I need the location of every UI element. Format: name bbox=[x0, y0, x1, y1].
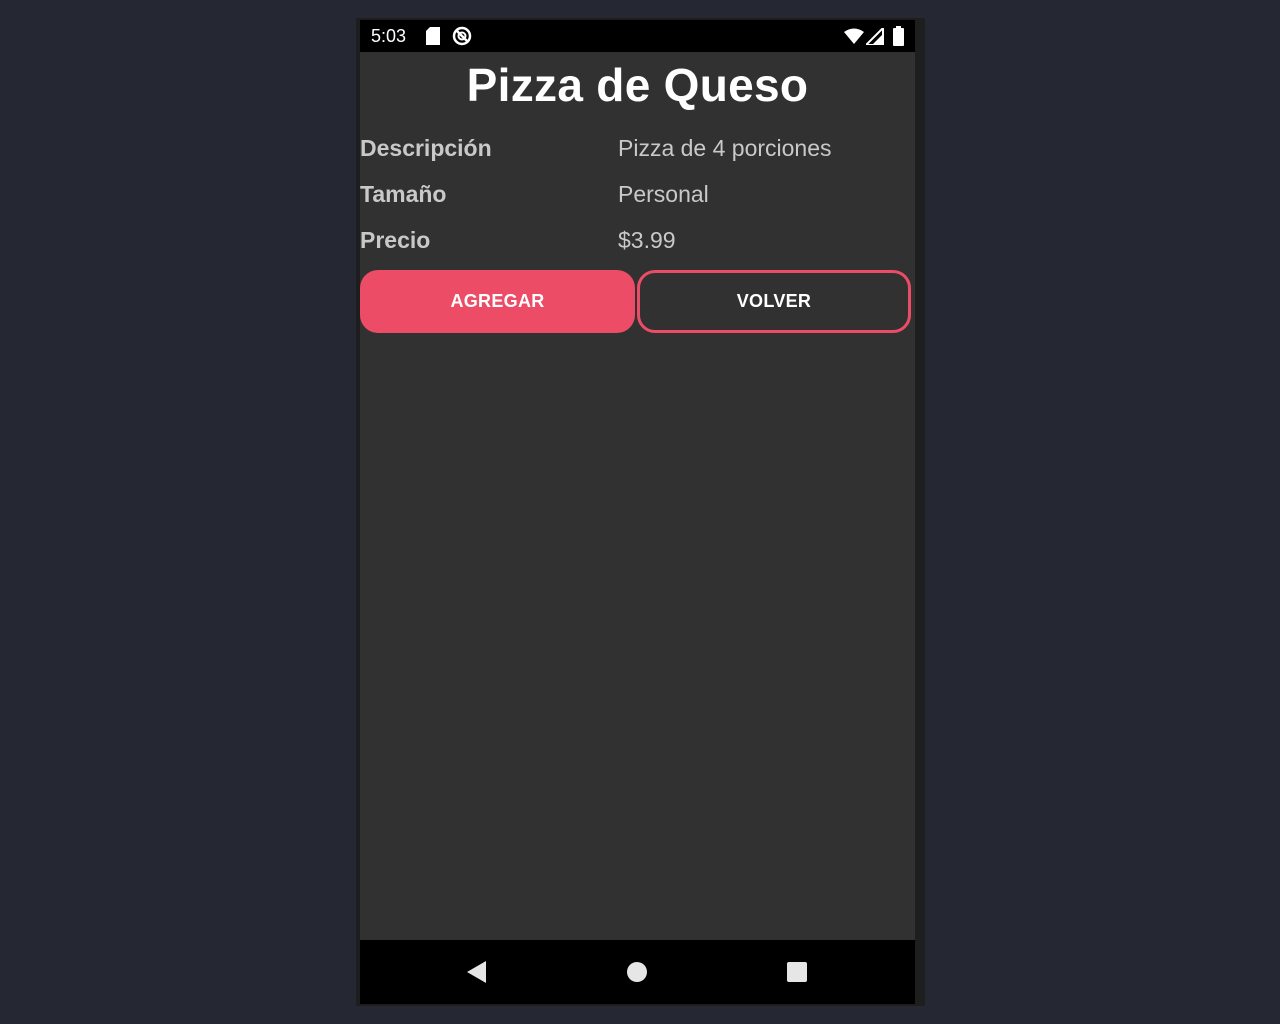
no-disturb-icon bbox=[452, 26, 472, 51]
status-time: 5:03 bbox=[371, 26, 407, 46]
recents-square-icon bbox=[787, 962, 807, 982]
size-value: Personal bbox=[618, 181, 709, 207]
wifi-icon bbox=[844, 28, 864, 49]
nav-back-button[interactable] bbox=[457, 952, 497, 992]
description-value: Pizza de 4 porciones bbox=[618, 135, 832, 161]
product-title: Pizza de Queso bbox=[466, 59, 809, 111]
back-button[interactable]: VOLVER bbox=[637, 270, 911, 333]
price-value: $3.99 bbox=[618, 227, 676, 253]
description-label: Descripción bbox=[360, 135, 492, 161]
sd-card-icon bbox=[426, 27, 440, 50]
navigation-bar bbox=[360, 940, 915, 1004]
home-circle-icon bbox=[627, 962, 647, 982]
nav-home-button[interactable] bbox=[617, 952, 657, 992]
battery-icon bbox=[893, 26, 904, 51]
add-button[interactable]: AGREGAR bbox=[360, 270, 635, 333]
price-label: Precio bbox=[360, 227, 431, 253]
nav-recents-button[interactable] bbox=[777, 952, 817, 992]
phone-frame: 5:03 Pizza de Queso Descripción Pizza de… bbox=[356, 18, 925, 1006]
app-screen: 5:03 Pizza de Queso Descripción Pizza de… bbox=[360, 20, 915, 1004]
size-label: Tamaño bbox=[360, 181, 447, 207]
cell-signal-icon bbox=[863, 25, 884, 50]
back-triangle-icon bbox=[467, 961, 486, 983]
status-bar: 5:03 bbox=[360, 20, 915, 52]
